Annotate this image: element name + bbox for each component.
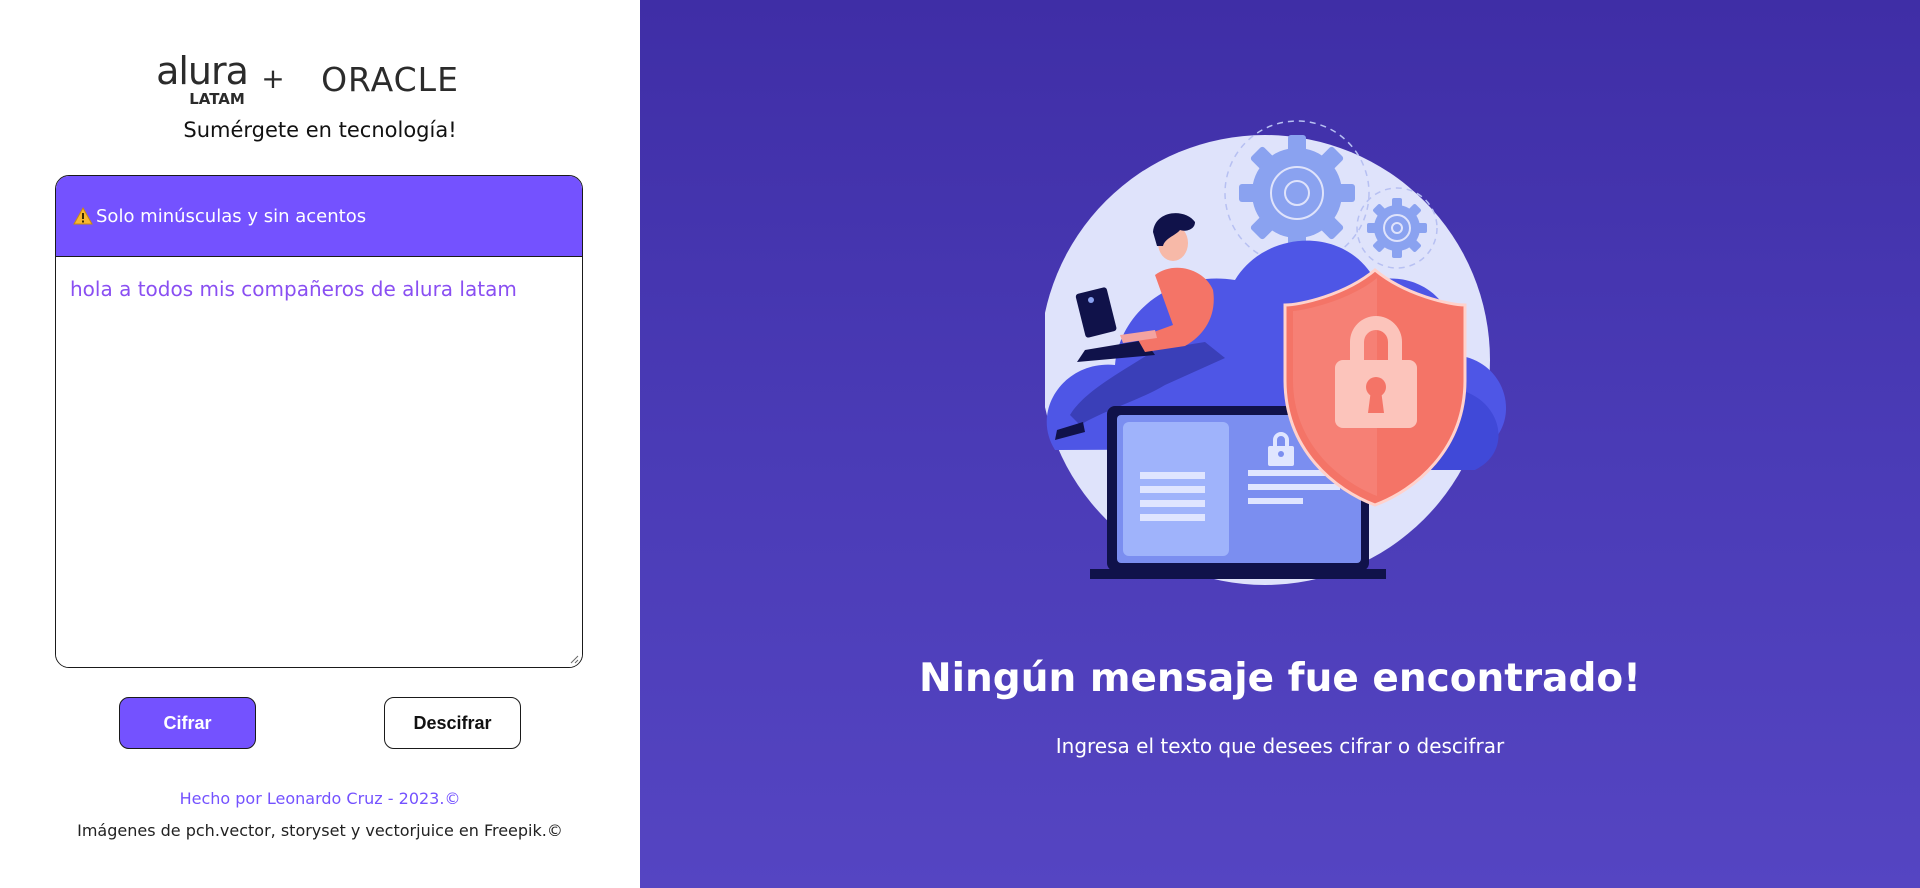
author-credit: Hecho por Leonardo Cruz - 2023.© xyxy=(179,789,461,808)
brand-logos: alura LATAM + ORACLE xyxy=(0,44,640,110)
tagline: Sumérgete en tecnología! xyxy=(183,118,457,142)
security-illustration xyxy=(1045,120,1507,585)
page: alura LATAM + ORACLE Sumérgete en tecnol… xyxy=(0,0,1920,888)
warning-label: Solo minúsculas y sin acentos xyxy=(96,205,367,227)
alura-logo: alura LATAM xyxy=(156,49,249,108)
alura-logo-sub: LATAM xyxy=(189,90,245,108)
oracle-logo: ORACLE xyxy=(321,60,459,99)
encrypt-button[interactable]: Cifrar xyxy=(119,697,256,749)
gear-small-icon xyxy=(1367,198,1427,258)
resize-grip-icon[interactable] xyxy=(569,654,579,664)
result-subtitle: Ingresa el texto que desees cifrar o des… xyxy=(1055,734,1505,758)
warning-icon xyxy=(73,206,93,226)
input-panel: alura LATAM + ORACLE Sumérgete en tecnol… xyxy=(0,0,640,888)
editor-warning-bar: Solo minúsculas y sin acentos xyxy=(56,176,582,257)
logo-plus: + xyxy=(261,62,284,95)
decrypt-button[interactable]: Descifrar xyxy=(384,697,521,749)
gear-icon xyxy=(1239,135,1355,251)
message-input[interactable]: hola a todos mis compañeros de alura lat… xyxy=(56,257,582,667)
message-editor: Solo minúsculas y sin acentos hola a tod… xyxy=(55,175,583,668)
images-credit: Imágenes de pch.vector, storyset y vecto… xyxy=(77,821,563,840)
result-title: Ningún mensaje fue encontrado! xyxy=(919,656,1641,701)
alura-logo-main: alura xyxy=(156,49,248,93)
